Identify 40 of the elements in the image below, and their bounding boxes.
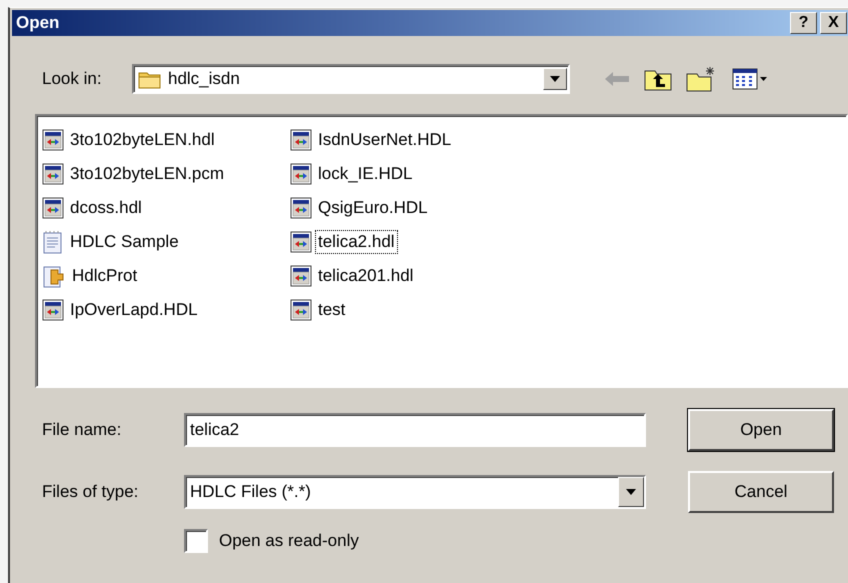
file-item[interactable]: HdlcProt — [69, 264, 140, 288]
file-item[interactable]: lock_IE.HDL — [315, 162, 416, 186]
view-menu-icon[interactable] — [732, 68, 768, 90]
application-file-icon — [290, 197, 312, 219]
file-item[interactable]: 3to102byteLEN.hdl — [67, 128, 218, 152]
file-item[interactable]: telica2.hdl — [315, 230, 398, 254]
application-file-icon — [42, 299, 64, 321]
look-in-label: Look in: — [42, 69, 103, 89]
file-item[interactable]: HDLC Sample — [67, 230, 182, 254]
file-type-dropdown[interactable]: HDLC Files (*.*) — [184, 475, 646, 509]
application-file-icon — [290, 265, 312, 287]
file-item[interactable]: dcoss.hdl — [67, 196, 145, 220]
application-file-icon — [42, 129, 64, 151]
application-file-icon — [290, 163, 312, 185]
file-item[interactable]: IpOverLapd.HDL — [67, 298, 201, 322]
open-button[interactable]: Open — [688, 409, 834, 451]
file-type-label: Files of type: — [42, 482, 140, 502]
window-title: Open — [16, 13, 60, 33]
file-item[interactable]: test — [315, 298, 348, 322]
notepad-icon — [42, 230, 64, 254]
help-button[interactable]: ? — [790, 12, 817, 34]
checkbox[interactable] — [184, 529, 208, 553]
file-item[interactable]: 3to102byteLEN.pcm — [67, 162, 228, 186]
application-file-icon — [42, 197, 64, 219]
application-file-icon — [290, 299, 312, 321]
file-name-field[interactable]: telica2 — [184, 413, 646, 447]
document-shortcut-icon — [42, 264, 66, 288]
file-item[interactable]: IsdnUserNet.HDL — [315, 128, 454, 152]
application-file-icon — [290, 129, 312, 151]
cancel-button[interactable]: Cancel — [688, 471, 834, 513]
caret-icon[interactable] — [618, 477, 644, 507]
file-name-label: File name: — [42, 420, 122, 440]
caret-icon[interactable] — [543, 68, 567, 90]
checkbox-label[interactable]: Open as read-only — [219, 531, 359, 551]
file-item[interactable]: QsigEuro.HDL — [315, 196, 431, 220]
file-item[interactable]: telica201.hdl — [315, 264, 416, 288]
application-file-icon — [290, 231, 312, 253]
application-file-icon — [42, 163, 64, 185]
close-button[interactable]: X — [820, 12, 847, 34]
look-in-dropdown[interactable]: hdlc_isdn — [132, 64, 570, 94]
